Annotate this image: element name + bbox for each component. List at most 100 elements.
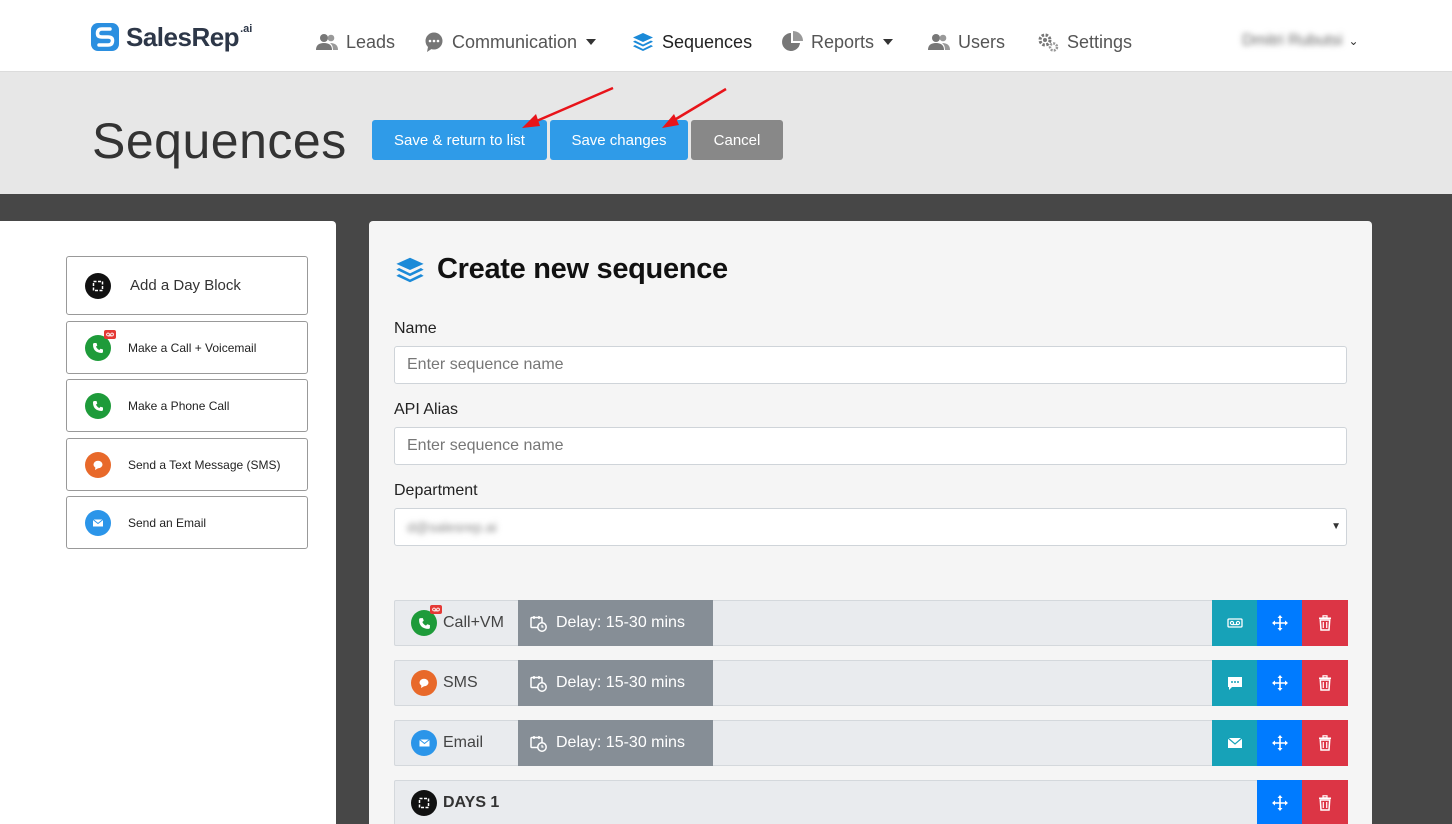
move-button[interactable] [1257,660,1303,706]
chat-icon [425,32,443,52]
nav-settings[interactable]: Settings [1037,28,1132,56]
delay-button[interactable]: Delay: 15-30 mins [518,600,713,646]
envelope-button[interactable] [1212,720,1258,766]
delete-button[interactable] [1302,780,1348,824]
step-name: SMS [443,674,478,691]
gears-icon [1038,33,1059,52]
sequence-editor: Create new sequence Name API Alias Depar… [369,221,1372,824]
sequence-step: Email Delay: 15-30 mins [394,720,1348,766]
message-button[interactable] [1212,660,1258,706]
salesrep-logo-icon [91,23,119,51]
nav-communication-label: Communication [452,31,578,52]
tool-label: Send a Text Message (SMS) [128,457,281,472]
chevron-down-icon: ▼ [1331,521,1341,532]
step-toolbox: Add a Day Block Make a Call + Voicemail … [0,221,336,824]
delete-button[interactable] [1302,720,1348,766]
calendar-clock-icon [530,735,547,752]
sequence-step: SMS Delay: 15-30 mins [394,660,1348,706]
editor-title: Create new sequence [437,253,728,285]
step-type: SMS [395,661,519,705]
department-select[interactable]: d@salesrep.ai ▼ [394,508,1347,546]
delete-button[interactable] [1302,660,1348,706]
step-type: DAYS 1 [395,781,519,824]
voicemail-icon [1227,618,1243,628]
move-button[interactable] [1257,780,1303,824]
move-button[interactable] [1257,600,1303,646]
department-value: d@salesrep.ai [407,519,497,535]
layers-icon [633,33,653,51]
user-menu[interactable]: Dmitri Rubutsi ⌄ [1242,28,1359,54]
nav-communication[interactable]: Communication [424,28,597,56]
phone-call-tool[interactable]: Make a Phone Call [66,379,308,432]
delay-label: Delay: 15-30 mins [556,614,685,631]
step-type: Email [395,721,519,765]
nav-leads[interactable]: Leads [316,28,395,56]
envelope-icon [1227,737,1243,748]
user-name: Dmitri Rubutsi [1242,32,1343,49]
step-name: DAYS 1 [443,794,500,811]
call-voicemail-tool[interactable]: Make a Call + Voicemail [66,321,308,374]
save-changes-button[interactable]: Save changes [550,120,688,160]
editor-heading: Create new sequence [395,253,728,286]
top-navbar: SalesRep .ai Leads Communication Sequenc… [0,0,1452,72]
tool-label: Add a Day Block [130,277,241,294]
trash-icon [1319,675,1331,691]
pie-chart-icon [782,31,803,51]
day-block-icon [411,790,437,816]
main-area: Add a Day Block Make a Call + Voicemail … [0,194,1452,824]
move-icon [1272,615,1288,631]
brand-name: SalesRep [126,22,240,52]
delete-button[interactable] [1302,600,1348,646]
department-label: Department [394,482,478,499]
trash-icon [1319,735,1331,751]
nav-sequences-label: Sequences [662,31,753,52]
step-type: Call+VM [395,601,519,645]
day-block-icon [85,272,111,299]
api-alias-input[interactable] [394,427,1347,465]
sms-tool[interactable]: Send a Text Message (SMS) [66,438,308,491]
sequence-name-input[interactable] [394,346,1347,384]
delay-label: Delay: 15-30 mins [556,734,685,751]
step-name: Call+VM [443,614,504,631]
delay-button[interactable]: Delay: 15-30 mins [518,660,713,706]
nav-sequences[interactable]: Sequences [632,28,752,56]
layers-icon [396,257,424,282]
move-icon [1272,675,1288,691]
nav-users-label: Users [958,31,1006,52]
nav-users[interactable]: Users [928,28,1005,56]
sequence-step: Call+VM Delay: 15-30 mins [394,600,1348,646]
chevron-down-icon [883,39,894,45]
page-header: Sequences Save & return to list Save cha… [0,72,1452,194]
voicemail-badge-icon [104,329,116,339]
nav-settings-label: Settings [1067,31,1133,52]
chevron-down-icon [586,39,597,45]
api-alias-label: API Alias [394,401,459,418]
brand-logo[interactable]: SalesRep .ai [90,22,252,52]
name-label: Name [394,320,437,337]
email-tool[interactable]: Send an Email [66,496,308,549]
message-icon [1228,676,1242,690]
nav-reports[interactable]: Reports [781,28,894,56]
phone-icon [85,392,111,419]
sms-icon [411,670,437,696]
trash-icon [1319,615,1331,631]
calendar-clock-icon [530,675,547,692]
day-block-step: DAYS 1 [394,780,1348,824]
add-day-block-tool[interactable]: Add a Day Block [66,256,308,315]
delay-label: Delay: 15-30 mins [556,674,685,691]
users-icon [928,34,950,50]
nav-leads-label: Leads [346,31,396,52]
cancel-button[interactable]: Cancel [691,120,783,160]
move-icon [1272,795,1288,811]
email-icon [85,509,111,536]
voicemail-button[interactable] [1212,600,1258,646]
tool-label: Make a Phone Call [128,398,230,413]
move-button[interactable] [1257,720,1303,766]
phone-voicemail-icon [85,329,116,361]
save-and-return-button[interactable]: Save & return to list [372,120,547,160]
move-icon [1272,735,1288,751]
delay-button[interactable]: Delay: 15-30 mins [518,720,713,766]
trash-icon [1319,795,1331,811]
voicemail-badge-icon [430,605,442,614]
tool-label: Send an Email [128,515,207,530]
